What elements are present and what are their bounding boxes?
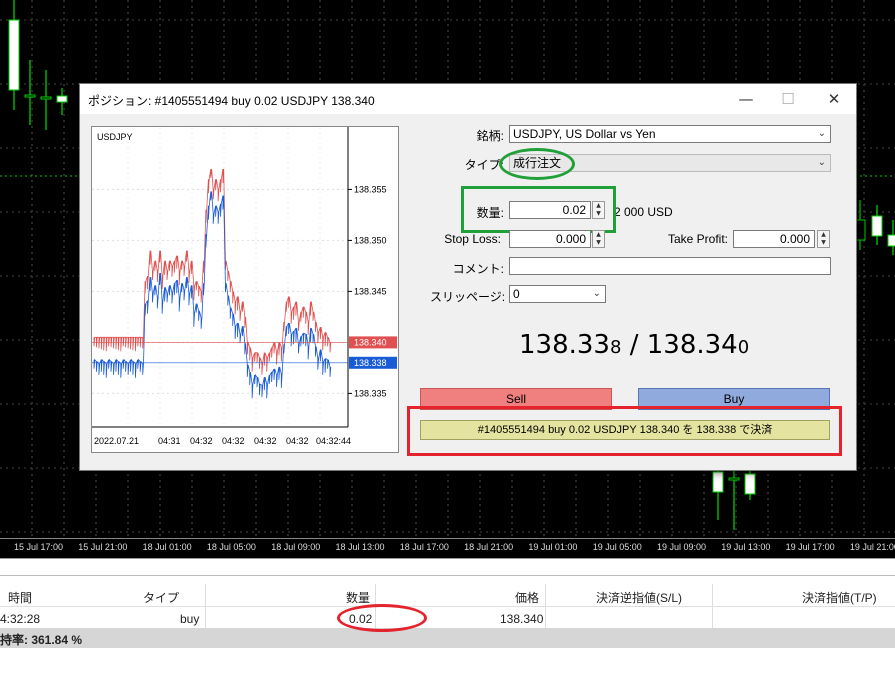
row-time: 4:32:28 <box>0 612 41 626</box>
candle-body <box>8 19 20 91</box>
time-axis-label: 18 Jul 21:00 <box>464 542 514 552</box>
time-axis-label: 18 Jul 17:00 <box>399 542 449 552</box>
symbol-label: 銘柄: <box>476 129 504 143</box>
minimize-button[interactable]: — <box>731 88 761 110</box>
mini-chart-symbol: USDJPY <box>97 132 133 142</box>
mini-price-label: 138.355 <box>354 184 387 194</box>
dialog-titlebar[interactable]: ポジション: #1405551494 buy 0.02 USDJPY 138.3… <box>80 84 856 114</box>
quote-separator: / <box>621 330 647 360</box>
annotation-red-oval <box>337 604 427 632</box>
bid-price-line <box>93 191 332 399</box>
time-axis-label: 19 Jul 09:00 <box>657 542 707 552</box>
ask-price-pip: 0 <box>737 337 750 358</box>
position-dialog: ポジション: #1405551494 buy 0.02 USDJPY 138.3… <box>80 84 856 470</box>
margin-level-text: 持率: 361.84 % <box>0 633 83 647</box>
dialog-title: ポジション: #1405551494 buy 0.02 USDJPY 138.3… <box>88 94 375 108</box>
chevron-down-icon: ⌄ <box>817 128 826 139</box>
arrow-down-icon[interactable]: ▼ <box>593 239 604 247</box>
mini-time-label: 04:32 <box>222 436 245 446</box>
mini-time-label: 2022.07.21 <box>94 436 139 446</box>
symbol-select[interactable]: USDJPY, US Dollar vs Yen ⌄ <box>509 125 831 143</box>
candle-body <box>24 94 36 98</box>
bid-price: 138.33 <box>519 330 610 360</box>
chevron-down-icon: ⌄ <box>817 157 826 168</box>
mini-time-label: 04:32 <box>190 436 213 446</box>
stoploss-label: Stop Loss: <box>444 232 501 246</box>
quote-display: 138.338 / 138.340 <box>519 330 749 360</box>
row-price: 138.340 <box>500 612 544 626</box>
arrow-down-icon[interactable]: ▼ <box>818 239 829 247</box>
time-axis-label: 18 Jul 09:00 <box>271 542 321 552</box>
slippage-value: 0 <box>513 287 520 301</box>
toolbox-strip <box>0 558 895 585</box>
row-type: buy <box>180 612 200 626</box>
candle-body <box>728 477 740 481</box>
chart-time-axis: 15 Jul 17:00 15 Jul 21:00 18 Jul 01:00 18 J… <box>0 538 895 559</box>
slippage-label: スリッページ: <box>430 290 506 304</box>
mini-price-label: 138.345 <box>354 286 387 296</box>
annotation-green-box <box>461 186 616 233</box>
slippage-select[interactable]: 0 ⌄ <box>509 285 606 303</box>
annotation-red-box <box>407 406 842 456</box>
mini-price-label: 138.350 <box>354 235 387 245</box>
strip-divider <box>0 575 895 576</box>
time-axis-label: 19 Jul 13:00 <box>721 542 771 552</box>
mini-price-label: 138.335 <box>354 388 387 398</box>
header-volume[interactable]: 数量 <box>346 589 370 606</box>
comment-label: コメント: <box>452 262 504 276</box>
type-label: タイプ: <box>464 158 504 172</box>
time-axis-label: 15 Jul 21:00 <box>78 542 128 552</box>
bid-price-badge-text: 138.338 <box>354 358 387 368</box>
candle-body <box>712 471 724 493</box>
symbol-value: USDJPY, US Dollar vs Yen <box>513 127 656 141</box>
volume-note: 2 000 USD <box>614 205 673 219</box>
tick-chart-svg: USDJPY 138.355 138.350 138.345 138.335 138.34… <box>92 127 397 446</box>
blank-area <box>0 648 895 675</box>
mini-time-label: 04:32 <box>254 436 277 446</box>
comment-input[interactable] <box>509 257 831 275</box>
maximize-button[interactable]: ☐ <box>773 88 803 110</box>
candle-body <box>854 219 866 241</box>
time-axis-label: 15 Jul 17:00 <box>14 542 64 552</box>
arrow-up-icon[interactable]: ▲ <box>593 231 604 239</box>
candle-body <box>56 95 68 103</box>
time-axis-label: 19 Jul 21:00 <box>849 542 895 552</box>
arrow-up-icon[interactable]: ▲ <box>818 231 829 239</box>
bid-price-pip: 8 <box>609 337 622 358</box>
header-type[interactable]: タイプ <box>143 589 179 606</box>
ask-price: 138.34 <box>646 330 738 360</box>
time-axis-label: 19 Jul 05:00 <box>592 542 642 552</box>
header-time[interactable]: 時間 <box>8 589 32 606</box>
ask-price-badge-text: 138.340 <box>354 337 387 347</box>
takeprofit-input[interactable]: 0.000 <box>733 230 815 248</box>
time-axis-label: 19 Jul 17:00 <box>785 542 835 552</box>
candle-body <box>887 234 895 247</box>
mini-time-label: 04:32 <box>286 436 309 446</box>
takeprofit-stepper[interactable]: ▲ ▼ <box>817 230 830 248</box>
chevron-down-icon: ⌄ <box>592 288 601 299</box>
close-button[interactable]: ✕ <box>819 88 849 110</box>
candle-body <box>744 473 756 495</box>
header-tp[interactable]: 決済指値(T/P) <box>802 589 877 606</box>
time-axis-label: 18 Jul 05:00 <box>206 542 256 552</box>
takeprofit-label: Take Profit: <box>667 232 728 246</box>
header-sl[interactable]: 決済逆指値(S/L) <box>596 589 682 606</box>
tick-chart: USDJPY 138.355 138.350 138.345 138.335 138.34… <box>91 126 399 453</box>
header-divider <box>0 606 895 607</box>
stoploss-input[interactable]: 0.000 <box>509 230 591 248</box>
time-axis-label: 18 Jul 01:00 <box>142 542 192 552</box>
positions-table: 時間 タイプ 数量 価格 決済逆指値(S/L) 決済指値(T/P) 4:32:2… <box>0 584 895 675</box>
mini-time-label: 04:31 <box>158 436 181 446</box>
time-axis-label: 19 Jul 01:00 <box>528 542 578 552</box>
annotation-green-oval <box>499 148 575 180</box>
time-axis-label: 18 Jul 13:00 <box>335 542 385 552</box>
candle-body <box>871 215 883 237</box>
stoploss-stepper[interactable]: ▲ ▼ <box>592 230 605 248</box>
mini-time-label: 04:32:44 <box>316 436 351 446</box>
header-price[interactable]: 価格 <box>515 589 539 606</box>
account-summary: 持率: 361.84 % <box>0 628 895 648</box>
candle-body <box>40 96 52 100</box>
